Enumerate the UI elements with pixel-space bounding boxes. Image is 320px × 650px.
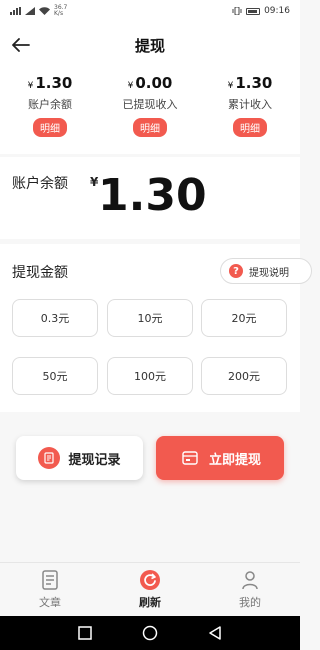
amount-option[interactable]: 200元	[201, 357, 287, 395]
record-label: 提现记录	[68, 452, 121, 468]
balance-card: 账户余额 ¥ 1.30	[0, 157, 300, 239]
stat-value: ¥0.00	[128, 74, 173, 92]
stat-label: 累计收入	[228, 98, 272, 111]
withdraw-label: 立即提现	[208, 452, 261, 468]
home-icon[interactable]	[142, 625, 158, 641]
stat-balance: ¥1.30 账户余额 明细	[0, 68, 100, 154]
amount-option[interactable]: 50元	[12, 357, 98, 395]
wallet-icon	[179, 447, 201, 469]
stat-number: 0.00	[135, 74, 173, 92]
status-left: 36.7 K/s	[10, 5, 67, 17]
withdraw-amount-section: 提现金额 ? 提现说明 0.3元 10元 20元 50元 100元 200元	[0, 244, 312, 412]
stat-withdrawn: ¥0.00 已提现收入 明细	[100, 68, 200, 154]
currency-symbol: ¥	[27, 81, 34, 91]
signal-icon	[25, 7, 35, 15]
wifi-icon	[39, 7, 50, 15]
record-icon	[38, 447, 61, 469]
help-label: 提现说明	[249, 267, 289, 279]
currency-symbol: ¥	[127, 81, 134, 91]
detail-button[interactable]: 明细	[33, 118, 67, 137]
detail-button[interactable]: 明细	[133, 118, 167, 137]
question-icon: ?	[229, 264, 243, 278]
stat-number: 1.30	[235, 74, 273, 92]
tab-label: 我的	[239, 596, 261, 609]
back-nav-icon[interactable]	[208, 626, 222, 640]
tab-label: 刷新	[139, 596, 161, 609]
stat-number: 1.30	[35, 74, 73, 92]
vibrate-icon	[232, 7, 242, 15]
system-nav-bar	[0, 616, 300, 650]
network-speed: 36.7 K/s	[54, 5, 67, 17]
stat-total: ¥1.30 累计收入 明细	[200, 68, 300, 154]
tab-bar: 文章 刷新 我的	[0, 562, 300, 616]
status-right: 09:16	[232, 6, 290, 16]
clock: 09:16	[264, 6, 290, 16]
tab-article[interactable]: 文章	[0, 563, 100, 616]
stats-row: ¥1.30 账户余额 明细 ¥0.00 已提现收入 明细 ¥1.30 累计收入 …	[0, 68, 300, 154]
amount-option[interactable]: 0.3元	[12, 299, 98, 337]
stat-label: 已提现收入	[122, 98, 178, 111]
battery-icon	[246, 7, 261, 15]
speed-unit: K/s	[54, 10, 64, 17]
tab-label: 文章	[39, 596, 61, 609]
stat-label: 账户余额	[28, 98, 72, 111]
stat-value: ¥1.30	[28, 74, 73, 92]
withdraw-help-button[interactable]: ? 提现说明	[220, 258, 312, 284]
balance-amount: 1.30	[98, 170, 207, 221]
signal-icon	[10, 7, 21, 15]
detail-button[interactable]: 明细	[233, 118, 267, 137]
amount-option[interactable]: 10元	[107, 299, 193, 337]
refresh-icon	[139, 569, 161, 591]
recents-icon[interactable]	[78, 626, 92, 640]
withdraw-now-button[interactable]: 立即提现	[156, 436, 284, 480]
status-bar: 36.7 K/s 09:16	[0, 0, 300, 22]
section-title: 提现金额	[12, 265, 68, 281]
currency-symbol: ¥	[227, 81, 234, 91]
profile-icon	[239, 569, 261, 591]
nav-bar: 提现	[0, 22, 300, 68]
tab-profile[interactable]: 我的	[200, 563, 300, 616]
withdraw-record-button[interactable]: 提现记录	[16, 436, 143, 480]
actions: 提现记录 立即提现	[0, 416, 300, 562]
tab-refresh[interactable]: 刷新	[100, 563, 200, 616]
amount-option[interactable]: 20元	[201, 299, 287, 337]
balance-label: 账户余额	[12, 176, 68, 192]
article-icon	[39, 569, 61, 591]
page-title: 提现	[134, 36, 165, 55]
arrow-left-icon	[12, 38, 30, 52]
amount-option[interactable]: 100元	[107, 357, 193, 395]
back-button[interactable]	[10, 34, 32, 56]
stat-value: ¥1.30	[228, 74, 273, 92]
